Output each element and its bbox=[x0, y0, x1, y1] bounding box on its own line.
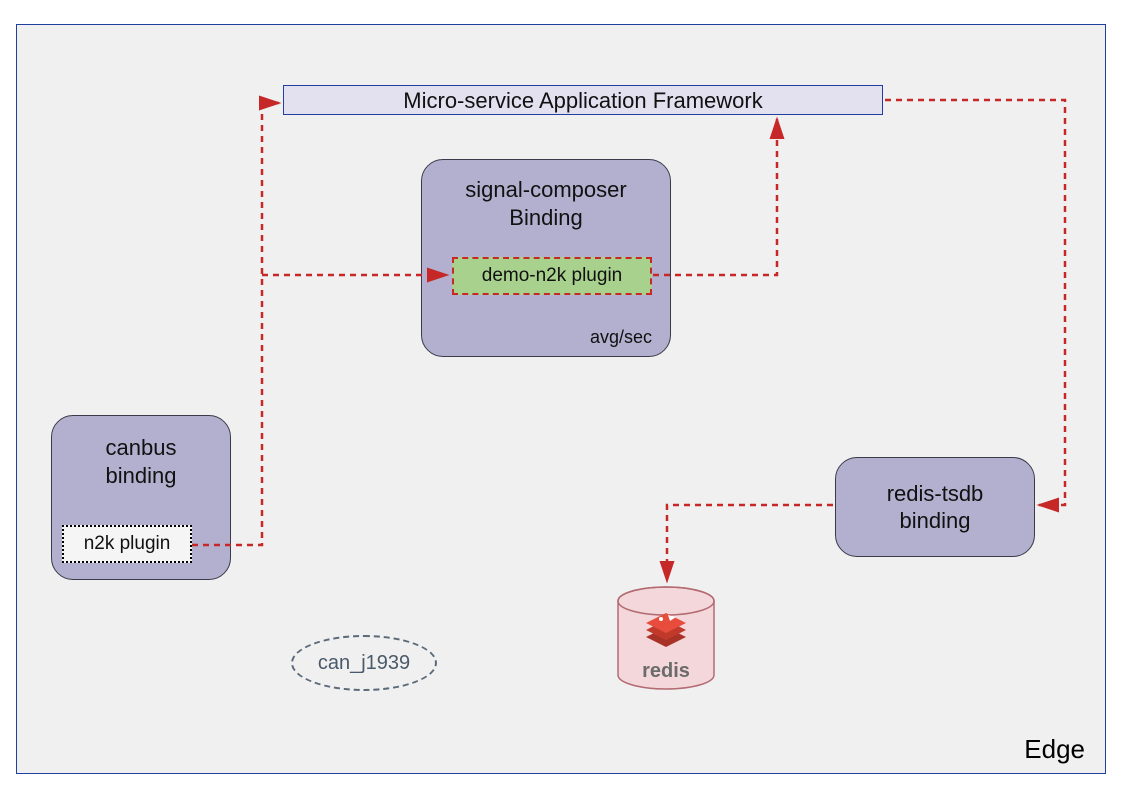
redis-tsdb-title-2: binding bbox=[900, 508, 971, 533]
can-j1939-label: can_j1939 bbox=[318, 652, 410, 675]
arrow-redis-tsdb-to-redis bbox=[667, 505, 833, 581]
redis-tsdb-node: redis-tsdb binding bbox=[835, 457, 1035, 557]
edge-label: Edge bbox=[1024, 734, 1085, 765]
redis-text: redis bbox=[642, 660, 690, 682]
can-j1939-ellipse: can_j1939 bbox=[291, 635, 437, 691]
connector-layer bbox=[17, 25, 1105, 773]
canbus-title-1: canbus bbox=[106, 435, 177, 460]
avg-sec-label: avg/sec bbox=[590, 327, 652, 348]
demo-plugin-label: demo-n2k plugin bbox=[482, 265, 622, 287]
arrow-demo-plugin-to-framework bbox=[653, 119, 777, 275]
signal-composer-node: signal-composer Binding demo-n2k plugin … bbox=[421, 159, 671, 357]
framework-title: Micro-service Application Framework bbox=[403, 88, 762, 113]
canbus-binding-node: canbus binding n2k plugin bbox=[51, 415, 231, 580]
canbus-title-2: binding bbox=[106, 463, 177, 488]
signal-composer-title-2: Binding bbox=[509, 205, 582, 230]
demo-n2k-plugin-box: demo-n2k plugin bbox=[452, 257, 652, 295]
n2k-plugin-box: n2k plugin bbox=[62, 525, 192, 563]
signal-composer-title-1: signal-composer bbox=[465, 177, 626, 202]
edge-container: Edge Micro-service Application Framework… bbox=[16, 24, 1106, 774]
redis-cylinder-svg: redis bbox=[611, 585, 721, 695]
framework-bar: Micro-service Application Framework bbox=[283, 85, 883, 115]
redis-tsdb-title-1: redis-tsdb bbox=[887, 481, 984, 506]
redis-cylinder: redis bbox=[611, 585, 721, 695]
n2k-plugin-label: n2k plugin bbox=[84, 533, 171, 555]
arrow-framework-to-redis-tsdb bbox=[885, 100, 1065, 505]
